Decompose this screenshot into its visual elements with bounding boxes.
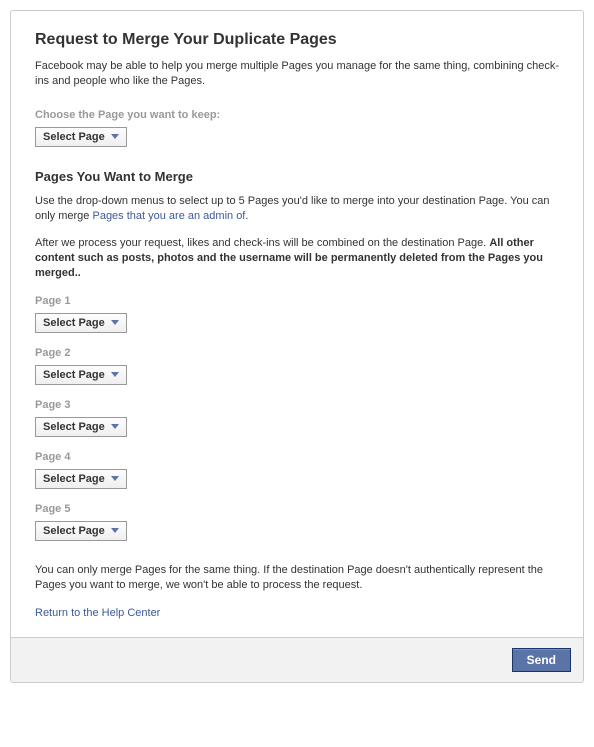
intro-text: Facebook may be able to help you merge m… (35, 59, 559, 89)
page-title: Request to Merge Your Duplicate Pages (35, 31, 559, 49)
chevron-down-icon (111, 320, 119, 326)
page-4-label: Page 4 (35, 451, 559, 463)
page-5-select[interactable]: Select Page (35, 521, 127, 541)
page-5-label: Page 5 (35, 503, 559, 515)
page-2-group: Page 2 Select Page (35, 347, 559, 385)
return-help-link[interactable]: Return to the Help Center (35, 607, 160, 619)
dialog-content: Request to Merge Your Duplicate Pages Fa… (11, 11, 583, 637)
merge-warning: After we process your request, likes and… (35, 236, 559, 281)
page-1-select-label: Select Page (43, 317, 105, 329)
page-5-select-label: Select Page (43, 525, 105, 537)
page-5-group: Page 5 Select Page (35, 503, 559, 541)
page-2-label: Page 2 (35, 347, 559, 359)
page-1-group: Page 1 Select Page (35, 295, 559, 333)
page-3-group: Page 3 Select Page (35, 399, 559, 437)
page-4-select-label: Select Page (43, 473, 105, 485)
footer-note: You can only merge Pages for the same th… (35, 563, 559, 593)
page-1-select[interactable]: Select Page (35, 313, 127, 333)
admin-pages-link[interactable]: Pages that you are an admin of (92, 210, 245, 222)
merge-para1-suffix: . (245, 210, 248, 222)
chevron-down-icon (111, 424, 119, 430)
page-1-label: Page 1 (35, 295, 559, 307)
page-3-select-label: Select Page (43, 421, 105, 433)
merge-pages-dialog: Request to Merge Your Duplicate Pages Fa… (10, 10, 584, 683)
chevron-down-icon (111, 528, 119, 534)
merge-instructions: Use the drop-down menus to select up to … (35, 194, 559, 224)
chevron-down-icon (111, 476, 119, 482)
dialog-footer: Send (11, 637, 583, 682)
page-4-group: Page 4 Select Page (35, 451, 559, 489)
page-4-select[interactable]: Select Page (35, 469, 127, 489)
page-3-label: Page 3 (35, 399, 559, 411)
chevron-down-icon (111, 134, 119, 140)
keep-page-label: Choose the Page you want to keep: (35, 109, 559, 121)
page-3-select[interactable]: Select Page (35, 417, 127, 437)
chevron-down-icon (111, 372, 119, 378)
page-2-select[interactable]: Select Page (35, 365, 127, 385)
merge-section-heading: Pages You Want to Merge (35, 169, 559, 184)
page-2-select-label: Select Page (43, 369, 105, 381)
merge-para2-plain: After we process your request, likes and… (35, 237, 489, 249)
send-button[interactable]: Send (512, 648, 571, 672)
keep-page-select[interactable]: Select Page (35, 127, 127, 147)
keep-page-select-label: Select Page (43, 131, 105, 143)
